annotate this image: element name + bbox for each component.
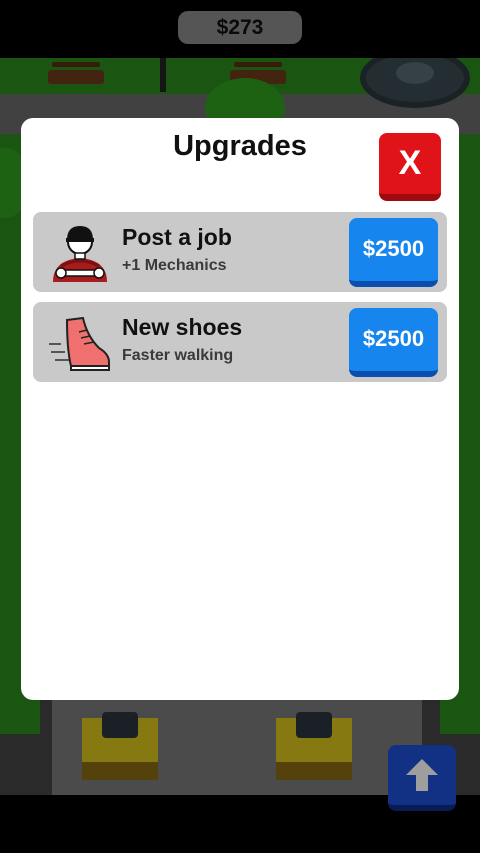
shoe-icon	[49, 316, 110, 371]
close-button[interactable]: X	[379, 133, 441, 201]
upgrade-title: New shoes	[122, 314, 243, 340]
upgrade-row-post-job: Post a job +1 Mechanics $2500	[33, 212, 447, 292]
upgrade-title: Post a job	[122, 224, 232, 250]
upgrade-subtitle: +1 Mechanics	[122, 257, 227, 274]
upgrades-modal: Upgrades X Post a job +1 Mechanics $2500	[21, 118, 459, 700]
buy-post-job-button[interactable]: $2500	[349, 218, 438, 287]
mechanic-icon	[53, 226, 107, 282]
upgrade-subtitle: Faster walking	[122, 347, 234, 364]
upgrade-row-new-shoes: New shoes Faster walking $2500	[33, 302, 447, 382]
buy-new-shoes-button[interactable]: $2500	[349, 308, 438, 377]
